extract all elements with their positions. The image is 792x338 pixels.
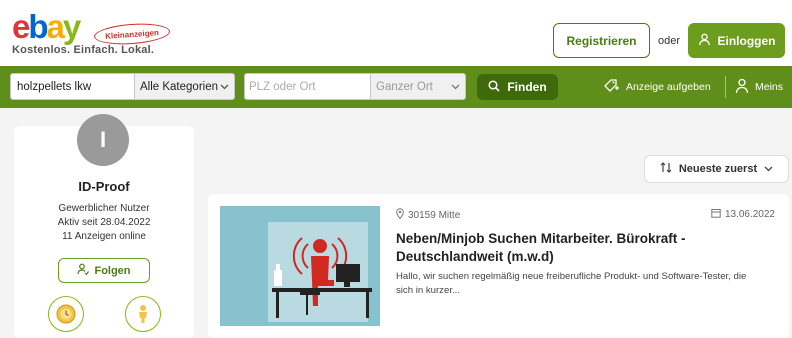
listing-date: 13.06.2022 [711, 208, 775, 221]
add-tag-icon [603, 77, 620, 97]
seller-name[interactable]: ID-Proof [14, 179, 194, 194]
sort-label: Neueste zuerst [678, 163, 758, 175]
follow-button[interactable]: Folgen [58, 258, 150, 283]
badge-person-icon[interactable] [125, 296, 161, 332]
chevron-down-icon [220, 81, 229, 93]
my-label: Meins [755, 81, 784, 93]
chevron-down-icon [451, 81, 460, 93]
login-button[interactable]: Einloggen [688, 23, 785, 58]
listing-location-text: 30159 Mitte [408, 209, 461, 221]
sort-dropdown[interactable]: Neueste zuerst [644, 155, 789, 183]
site-logo[interactable]: ebay Kleinanzeigen Kostenlos. Einfach. L… [12, 10, 182, 60]
user-icon [698, 33, 711, 49]
seller-active-since: Aktiv seit 28.04.2022 [57, 217, 151, 228]
badge-clock-icon[interactable] [48, 296, 84, 332]
sort-icon [660, 162, 672, 176]
kleinanzeigen-badge: Kleinanzeigen [93, 21, 171, 47]
search-input[interactable]: holzpellets lkw [10, 73, 134, 100]
find-label: Finden [507, 80, 547, 94]
category-select[interactable]: Alle Kategorien [134, 73, 235, 100]
category-value: Alle Kategorien [140, 80, 218, 93]
seller-type: Gewerblicher Nutzer [58, 203, 150, 214]
radius-value: Ganzer Ort [376, 80, 433, 93]
ebay-wordmark: ebay [12, 8, 81, 45]
avatar[interactable]: I [77, 114, 129, 166]
seller-profile-card: I ID-Proof Gewerblicher Nutzer Aktiv sei… [14, 114, 194, 338]
site-header: ebay Kleinanzeigen Kostenlos. Einfach. L… [0, 0, 792, 66]
listing-card[interactable]: 30159 Mitte 13.06.2022 Neben/Minjob Such… [208, 194, 789, 338]
seller-ads-online[interactable]: 11 Anzeigen online [14, 231, 194, 242]
login-label: Einloggen [717, 33, 776, 48]
location-pin-icon [396, 208, 404, 222]
follow-user-icon [77, 263, 90, 278]
listing-title[interactable]: Neben/Minjob Suchen Mitarbeiter. Bürokra… [396, 230, 776, 266]
my-account-link[interactable]: Meins [735, 77, 783, 97]
search-icon [488, 79, 500, 95]
listing-location: 30159 Mitte [396, 208, 460, 222]
chevron-down-icon [764, 163, 773, 175]
or-label: oder [658, 35, 681, 47]
listing-date-text: 13.06.2022 [724, 209, 775, 220]
calendar-icon [711, 208, 721, 221]
listing-image[interactable] [220, 206, 380, 326]
register-button[interactable]: Registrieren [553, 23, 650, 58]
listing-description: Hallo, wir suchen regelmäßig neue freibe… [396, 271, 747, 296]
divider [725, 76, 726, 98]
post-ad-label: Anzeige aufgeben [626, 81, 711, 93]
radius-select[interactable]: Ganzer Ort [370, 73, 466, 100]
follow-label: Folgen [94, 264, 131, 277]
find-button[interactable]: Finden [477, 74, 558, 100]
post-ad-link[interactable]: Anzeige aufgeben [603, 77, 711, 97]
location-input[interactable]: PLZ oder Ort [244, 73, 370, 100]
search-bar: holzpellets lkw Alle Kategorien PLZ oder… [0, 66, 792, 108]
logo-tagline: Kostenlos. Einfach. Lokal. [12, 44, 155, 56]
user-icon [735, 78, 749, 97]
